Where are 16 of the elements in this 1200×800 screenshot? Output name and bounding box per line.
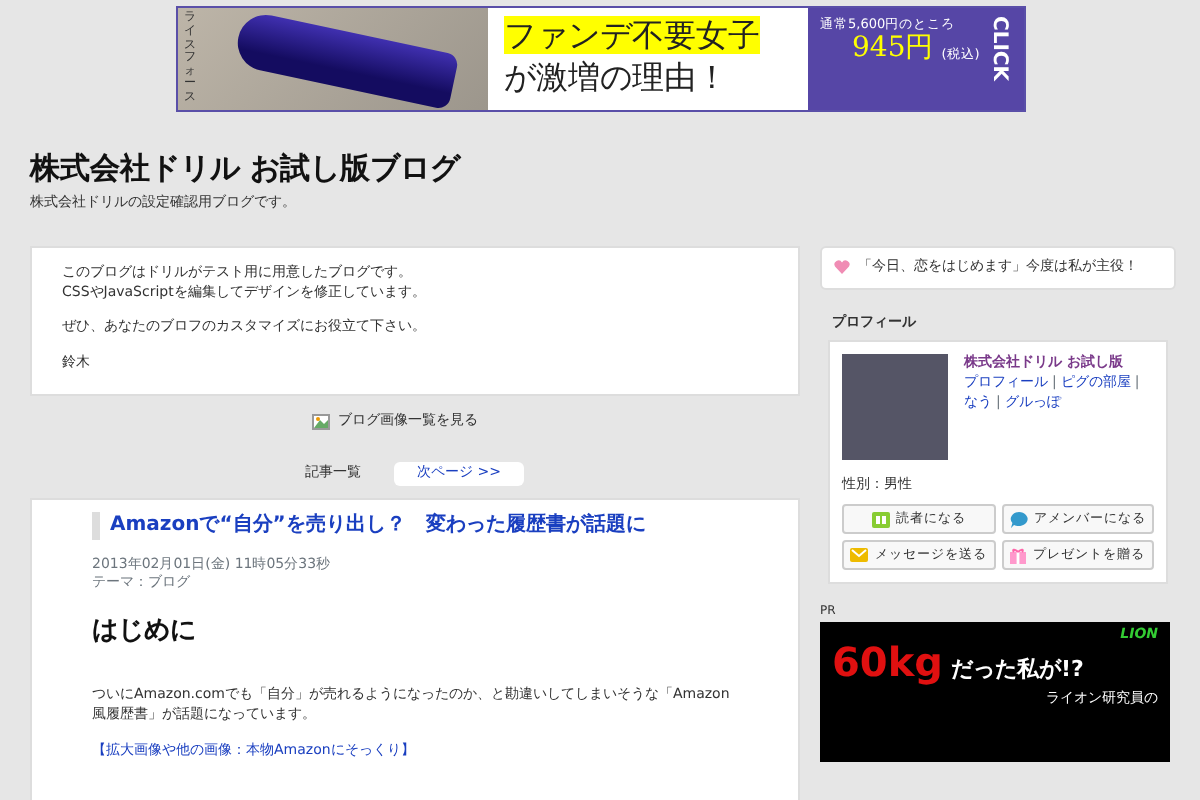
chat-icon <box>1009 511 1028 528</box>
banner-headline: ファンデ不要女子 <box>504 16 760 54</box>
envelope-icon <box>850 548 869 563</box>
book-icon <box>871 511 890 528</box>
heart-icon <box>834 260 850 275</box>
click-label: CLICK <box>986 16 1012 86</box>
price-text: 945円 <box>852 34 934 65</box>
article-heading: はじめに <box>92 614 198 651</box>
banner-headline: が激増の理由！ <box>504 57 728 96</box>
ad-headline: 60kg <box>832 642 943 683</box>
gift-icon <box>1010 547 1027 564</box>
article-title[interactable]: Amazonで“自分”を売り出し？ 変わった履歴書が話題に <box>92 511 738 540</box>
image-icon <box>312 413 330 430</box>
blog-title: 株式会社ドリル お試し版ブログ <box>30 148 463 190</box>
photo-placeholder <box>842 354 948 461</box>
ad-headline: だった私が!? <box>950 655 1084 683</box>
